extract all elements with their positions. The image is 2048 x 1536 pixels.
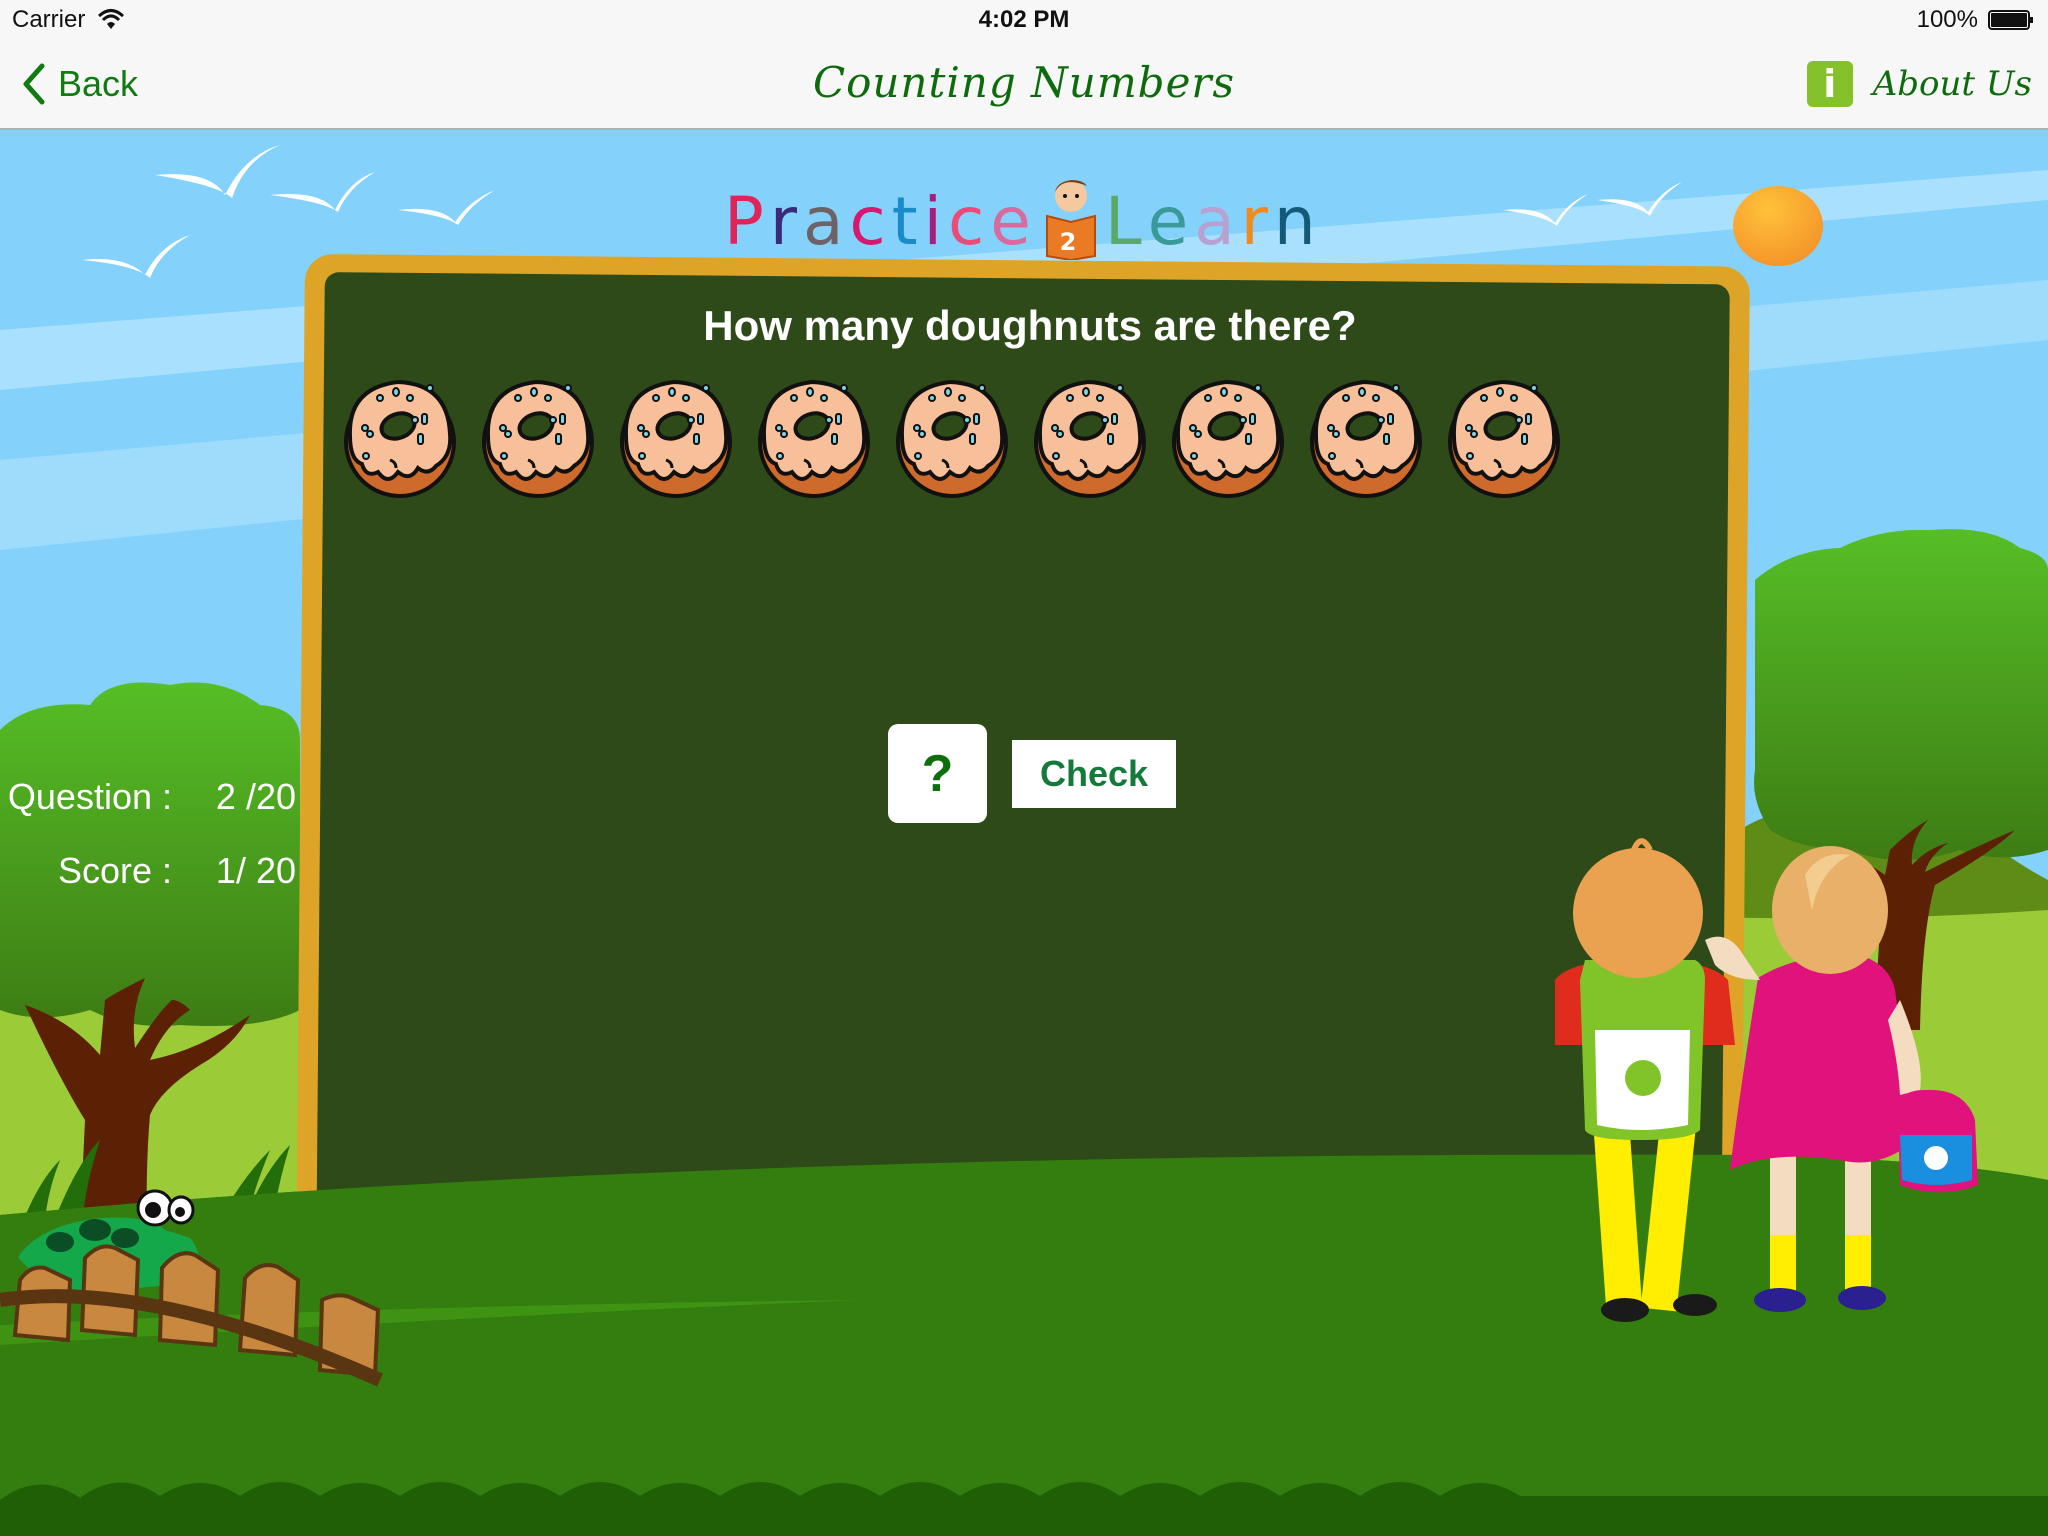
logo-book-icon: 2: [1043, 176, 1099, 262]
question-text: How many doughnuts are there?: [703, 302, 1357, 349]
doughnut-icon: [616, 376, 733, 498]
logo-letter: i: [923, 183, 948, 260]
logo-word-learn: Learn: [1105, 183, 1322, 260]
page-title: Counting Numbers: [812, 58, 1236, 107]
practice2learn-logo: Practice 2 Learn: [724, 180, 1322, 262]
doughnut-icon: [754, 376, 871, 498]
logo-letter: e: [1147, 183, 1195, 260]
about-us-button[interactable]: i About Us: [1806, 56, 2032, 112]
progress-panel: Question : 2 /20 Score : 1/ 20: [0, 760, 296, 908]
status-bar: Carrier 4:02 PM 100%: [0, 0, 2048, 40]
info-icon: i: [1806, 61, 1853, 107]
logo-letter: c: [849, 183, 892, 260]
question-label: Question :: [7, 776, 172, 817]
back-label: Back: [58, 63, 139, 104]
logo-letter: L: [1104, 183, 1148, 260]
answer-input[interactable]: ?: [888, 724, 987, 823]
about-us-label: About Us: [1872, 64, 2032, 104]
logo-letter: r: [769, 183, 803, 260]
check-button[interactable]: Check: [1012, 740, 1176, 808]
logo-letter: P: [724, 183, 770, 260]
logo-word-practice: Practice: [724, 183, 1037, 260]
question-progress: Question : 2 /20: [0, 760, 296, 834]
doughnut-row: [340, 376, 1561, 498]
logo-letter: n: [1273, 183, 1322, 260]
logo-letter: r: [1240, 183, 1274, 260]
logo-letter: e: [990, 183, 1037, 260]
logo-letter: c: [947, 183, 991, 260]
battery-icon: [1988, 10, 2033, 30]
chevron-left-icon: [23, 63, 45, 105]
doughnut-icon: [892, 376, 1009, 498]
score-value: 1/ 20: [215, 850, 296, 891]
logo-letter: a: [802, 183, 850, 260]
navigation-bar: Back Counting Numbers i About Us: [0, 40, 2048, 130]
question-value: 2 /20: [215, 776, 296, 817]
status-time: 4:02 PM: [978, 6, 1070, 33]
doughnut-icon: [340, 376, 457, 498]
score-progress: Score : 1/ 20: [0, 834, 296, 908]
doughnut-icon: [1168, 376, 1285, 498]
doughnut-icon: [1030, 376, 1147, 498]
back-button[interactable]: Back: [20, 60, 138, 108]
doughnut-icon: [1444, 376, 1561, 498]
sun: [1733, 186, 1823, 266]
logo-number: 2: [1059, 228, 1082, 256]
battery-percent: 100%: [1916, 6, 1978, 33]
doughnut-icon: [1306, 376, 1423, 498]
doughnut-icon: [478, 376, 595, 498]
logo-letter: a: [1194, 183, 1241, 260]
score-label: Score :: [57, 850, 172, 891]
logo-letter: t: [891, 183, 924, 260]
